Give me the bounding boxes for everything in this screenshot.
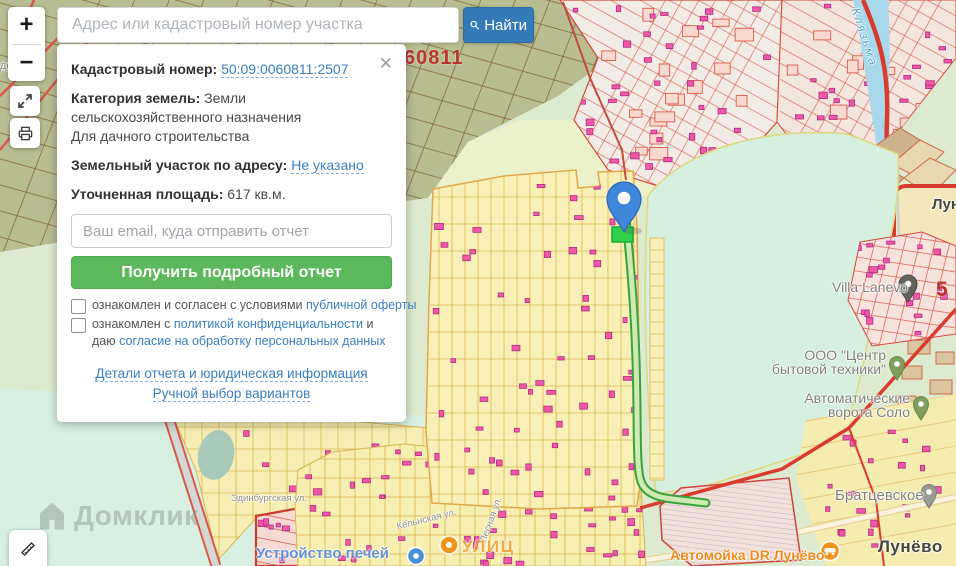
print-button[interactable] bbox=[10, 118, 40, 148]
search-input[interactable] bbox=[57, 7, 459, 43]
privacy-policy-link[interactable]: политикой конфиденциальности bbox=[174, 317, 363, 331]
fullscreen-icon bbox=[17, 93, 33, 109]
details-link[interactable]: Детали отчета и юридическая информация bbox=[95, 366, 367, 382]
fullscreen-button[interactable] bbox=[10, 86, 40, 116]
zoom-in-button[interactable]: + bbox=[8, 7, 45, 44]
personal-data-link[interactable]: согласие на обработку персональных данны… bbox=[119, 334, 385, 348]
search-icon bbox=[470, 18, 479, 32]
address-link[interactable]: Не указано bbox=[291, 157, 364, 174]
printer-icon bbox=[17, 125, 34, 142]
privacy-consent-row: ознакомлен с политикой конфиденциальност… bbox=[71, 316, 392, 350]
email-input[interactable] bbox=[71, 214, 392, 248]
cadastral-number-row: Кадастровый номер: 50:09:0060811:2507 bbox=[71, 60, 392, 79]
lunevo-village-area bbox=[796, 394, 956, 566]
manual-select-link[interactable]: Ручной выбор вариантов bbox=[153, 386, 311, 402]
category-row: Категория земель: Земли сельскохозяйстве… bbox=[71, 89, 392, 146]
offer-link[interactable]: публичной оферты bbox=[306, 298, 416, 312]
map-viewport: 60811 5 Villa Lanevo ООО "Центр бытовой … bbox=[0, 0, 956, 566]
dacha-grid-area bbox=[426, 170, 641, 509]
zoom-control: + − bbox=[8, 7, 45, 81]
submit-report-button[interactable]: Получить подробный отчет bbox=[71, 256, 392, 289]
offer-consent-row: ознакомлен и согласен с условиями публич… bbox=[71, 297, 392, 314]
zoom-out-button[interactable]: − bbox=[8, 45, 45, 82]
search-button[interactable]: Найти bbox=[463, 7, 534, 43]
area-row: Уточненная площадь: 617 кв.м. bbox=[71, 185, 392, 204]
panel-footer-links: Детали отчета и юридическая информация Р… bbox=[71, 364, 392, 404]
ruler-icon bbox=[18, 538, 38, 558]
close-button[interactable]: ✕ bbox=[377, 53, 395, 74]
privacy-checkbox[interactable] bbox=[71, 318, 86, 333]
measure-button[interactable] bbox=[9, 530, 47, 566]
offer-checkbox[interactable] bbox=[71, 299, 86, 314]
search-bar: Найти bbox=[57, 7, 534, 43]
address-row: Земельный участок по адресу: Не указано bbox=[71, 156, 392, 175]
info-panel: ✕ Кадастровый номер: 50:09:0060811:2507 … bbox=[57, 44, 406, 422]
cadastral-number-link[interactable]: 50:09:0060811:2507 bbox=[221, 61, 348, 78]
